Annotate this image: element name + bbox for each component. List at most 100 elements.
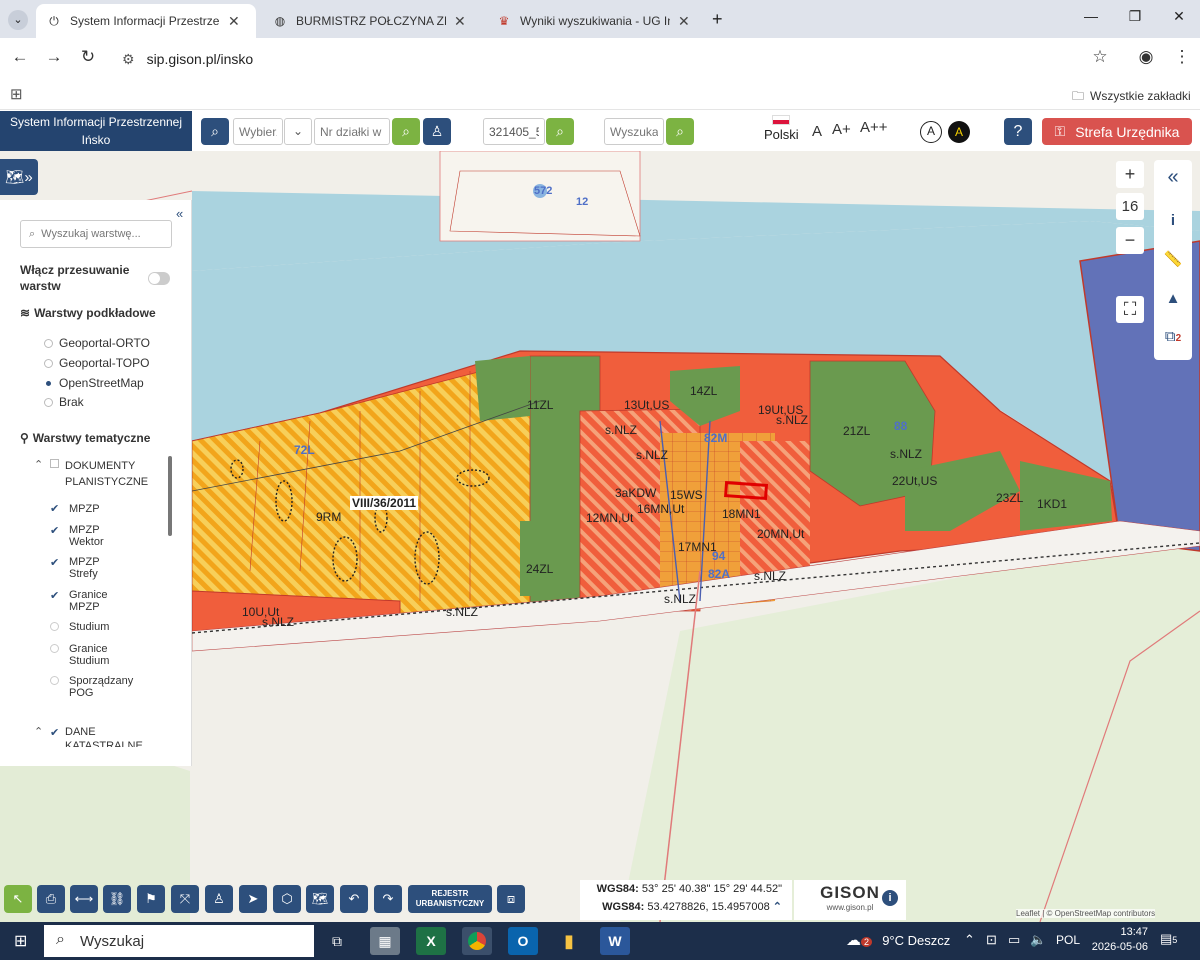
parcel-search-button[interactable]: ⌕ (392, 118, 420, 145)
reload-button[interactable]: ↻ (76, 47, 100, 67)
new-tab-button[interactable]: + (712, 9, 723, 30)
check-icon[interactable]: ✔ (50, 726, 59, 739)
calculator-icon[interactable]: ▦ (370, 927, 400, 955)
forward-button[interactable]: → (42, 47, 66, 67)
measure-distance-button[interactable]: ⟷ (70, 885, 98, 913)
gison-brand[interactable]: GISON www.gison.pl i (794, 880, 906, 920)
close-icon[interactable]: ✕ (228, 13, 240, 30)
close-icon[interactable]: ✕ (678, 13, 690, 30)
menu-icon[interactable]: ⋮ (1170, 47, 1194, 67)
street-view-button[interactable]: ♙ (423, 118, 451, 145)
pan-layers-toggle[interactable] (148, 272, 170, 285)
weather-widget[interactable]: ☁ 2 9°C Deszcz (846, 931, 950, 949)
contrast-high-button[interactable]: A (948, 121, 970, 143)
windows-start-icon[interactable]: ⊞ (14, 931, 27, 951)
shapes-icon[interactable]: ▲ (1154, 290, 1192, 307)
check-icon[interactable]: ✔ (50, 524, 59, 537)
parcel-id-search-button[interactable]: ⌕ (546, 118, 574, 145)
bookmark-star-icon[interactable]: ☆ (1088, 47, 1112, 67)
maximize-button[interactable]: ❐ (1120, 8, 1150, 25)
chevron-down-icon[interactable]: ⌄ (284, 118, 312, 145)
expand-panel-icon[interactable]: « (1154, 166, 1192, 189)
parcel-number-input[interactable] (314, 118, 390, 145)
info-icon[interactable]: i (882, 890, 898, 906)
fullscreen-button[interactable]: ⛶ (1116, 296, 1144, 323)
base-layer-topo[interactable]: Geoportal-TOPO (44, 356, 149, 370)
select-tool-button[interactable]: ↖ (4, 885, 32, 913)
address-search-button[interactable]: ⌕ (666, 118, 694, 145)
check-icon[interactable]: ✔ (50, 502, 59, 515)
layer-checkbox[interactable] (50, 622, 59, 631)
frame-button[interactable]: ⧈ (497, 885, 525, 913)
apps-grid-icon[interactable]: ⊞ (10, 85, 23, 103)
selection-icon[interactable]: ⧉2 (1154, 328, 1192, 345)
outlook-icon[interactable]: O (508, 927, 538, 955)
language-selector[interactable]: Polski (764, 115, 799, 142)
layer-checkbox[interactable] (50, 676, 59, 685)
map-label-resolution[interactable]: VIII/36/2011 (350, 496, 419, 510)
map-attribution[interactable]: Leaflet | © OpenStreetMap contributors (1016, 909, 1156, 918)
layer-checkbox[interactable] (50, 644, 59, 653)
check-icon[interactable]: ✔ (50, 556, 59, 569)
site-info-icon[interactable]: ⚙ (122, 51, 135, 68)
navigate-button[interactable]: ➤ (239, 885, 267, 913)
base-layer-orto[interactable]: Geoportal-ORTO (44, 336, 150, 350)
notifications-icon[interactable]: ▤5 (1160, 931, 1177, 947)
font-size-normal[interactable]: A (812, 123, 822, 140)
close-icon[interactable]: ✕ (454, 13, 466, 30)
word-icon[interactable]: W (600, 927, 630, 955)
chevron-up-icon[interactable]: ⌃ (34, 725, 43, 738)
all-bookmarks[interactable]: 🗀 Wszystkie zakładki (1072, 87, 1191, 108)
bookmark-location-button[interactable]: ⚑ (137, 885, 165, 913)
parcel-id-input[interactable] (483, 118, 545, 145)
chrome-icon[interactable] (462, 927, 492, 955)
zoom-in-button[interactable]: + (1116, 161, 1144, 188)
tab-sip[interactable]: ⏻ System Informacji Przestrzenne ✕ (36, 4, 256, 38)
print-button[interactable]: ⎙ (37, 885, 65, 913)
taskbar-search[interactable]: ⌕ Wyszukaj (44, 925, 314, 957)
chevron-up-icon[interactable]: ⌃ (34, 458, 43, 471)
task-view-icon[interactable]: ⧉ (322, 927, 352, 955)
info-icon[interactable]: i (1154, 212, 1192, 229)
region-button[interactable]: ⬡ (273, 885, 301, 913)
map-button[interactable]: 🗺 (306, 885, 334, 913)
contrast-normal-button[interactable]: A (920, 121, 942, 143)
base-layer-none[interactable]: Brak (44, 395, 84, 409)
panel-scrollbar[interactable] (168, 456, 172, 536)
person-button[interactable]: ♙ (205, 885, 233, 913)
tab-search-button[interactable]: ⌄ (8, 10, 28, 30)
zoom-out-button[interactable]: − (1116, 227, 1144, 254)
chevron-up-icon[interactable]: ⌃ (773, 901, 782, 913)
app-title[interactable]: System Informacji Przestrzennej Ińsko (0, 111, 192, 151)
url-bar[interactable]: ⚙ sip.gison.pl/insko (110, 44, 1120, 74)
locate-parcel-button[interactable]: ⌕ (201, 118, 229, 145)
undo-button[interactable]: ↶ (340, 885, 368, 913)
address-search-input[interactable] (604, 118, 664, 145)
keyboard-language[interactable]: POL (1056, 933, 1080, 947)
profile-icon[interactable]: ◉ (1134, 47, 1158, 67)
font-size-xlarge[interactable]: A++ (860, 119, 888, 136)
tab-burmistrz[interactable]: ◍ BURMISTRZ POŁCZYNA ZDROJ ✕ (262, 4, 482, 38)
clock[interactable]: 13:47 2026-05-06 (1090, 925, 1148, 955)
urban-registry-button[interactable]: REJESTR URBANISTYCZNY (408, 885, 492, 913)
redo-button[interactable]: ↷ (374, 885, 402, 913)
layers-panel-toggle[interactable]: 🗺» (0, 159, 38, 195)
volume-icon[interactable]: 🔈 (1030, 932, 1046, 948)
tray-chevron-icon[interactable]: ⌃ (964, 932, 975, 948)
help-button[interactable]: ? (1004, 118, 1032, 145)
collapse-panel-button[interactable]: « (176, 206, 183, 221)
extent-button[interactable]: ⤧ (171, 885, 199, 913)
file-explorer-icon[interactable]: ▮ (554, 927, 584, 955)
minimize-button[interactable]: — (1076, 8, 1106, 24)
officer-zone-button[interactable]: ⚿ Strefa Urzędnika (1042, 118, 1192, 145)
display-icon[interactable]: ▭ (1008, 932, 1020, 948)
network-icon[interactable]: ⊡ (986, 932, 997, 948)
precinct-select[interactable] (233, 118, 283, 145)
excel-icon[interactable]: X (416, 927, 446, 955)
font-size-large[interactable]: A+ (832, 121, 851, 138)
ruler-icon[interactable]: 📏 (1154, 250, 1192, 268)
link-button[interactable]: ⛓ (103, 885, 131, 913)
layer-search-input[interactable]: ⌕ Wyszukaj warstwę... (20, 220, 172, 248)
check-icon[interactable]: ✔ (50, 589, 59, 602)
group-checkbox[interactable] (50, 459, 59, 468)
